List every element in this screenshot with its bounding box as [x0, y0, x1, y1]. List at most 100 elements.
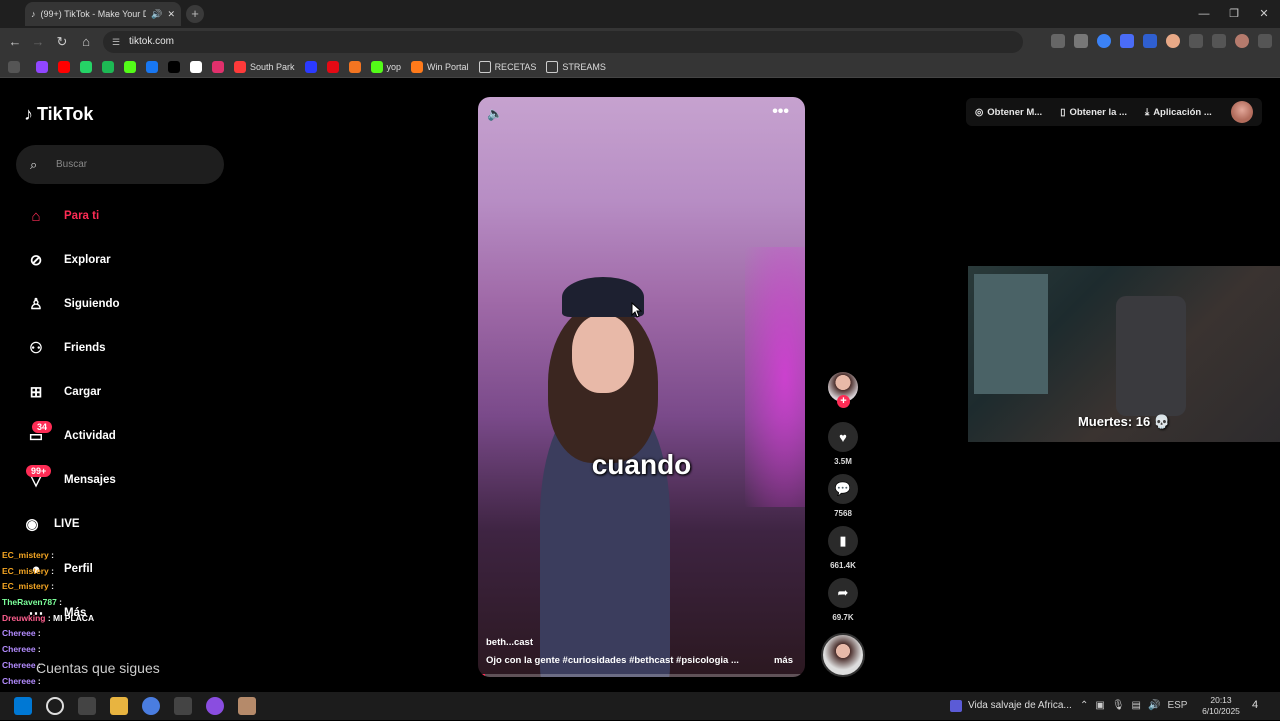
video-player[interactable]: cuando 🔈 ••• beth...cast Ojo con la gent…: [478, 97, 805, 677]
bookmark-favicon-icon: [370, 60, 383, 73]
bookmark-item[interactable]: [146, 60, 158, 73]
volume-tray-icon[interactable]: 🔊: [1148, 692, 1160, 720]
bookmark-item[interactable]: yop: [370, 60, 402, 73]
forward-arrow-icon[interactable]: →: [29, 33, 47, 51]
chrome-taskbar-icon[interactable]: [142, 697, 160, 715]
sidebar-item-para-ti[interactable]: ⌂ Para ti: [24, 201, 224, 231]
chat-username: TheRaven787: [2, 597, 57, 608]
get-coins-button[interactable]: ◎ Obtener M...: [966, 107, 1051, 118]
extensions-puzzle-icon[interactable]: [1189, 34, 1203, 48]
close-tab-icon[interactable]: ✕: [167, 9, 175, 20]
bookmark-item[interactable]: Win Portal: [411, 60, 469, 73]
star-icon[interactable]: [1097, 34, 1111, 48]
chat-message: Dreuwking : MI PLACA: [2, 611, 152, 627]
creator-avatar-button[interactable]: +: [828, 372, 858, 408]
extension-translate-icon[interactable]: [1120, 34, 1134, 48]
share-button[interactable]: ➦ 69.7K: [828, 578, 858, 622]
bookmark-item[interactable]: [124, 60, 136, 73]
sidebar-item-actividad[interactable]: ▭ Actividad: [24, 421, 224, 451]
bookmark-item[interactable]: [212, 60, 224, 73]
file-explorer-icon[interactable]: [110, 697, 128, 715]
music-disc-avatar[interactable]: [821, 633, 865, 677]
language-indicator[interactable]: ESP: [1167, 692, 1187, 720]
extension-circle-icon[interactable]: [1166, 34, 1180, 48]
bookmark-item[interactable]: [326, 60, 339, 73]
video-author[interactable]: beth...cast: [486, 637, 533, 648]
apps-grid-icon[interactable]: [8, 60, 20, 73]
menu-kebab-icon[interactable]: [1258, 34, 1272, 48]
bookmark-item[interactable]: [58, 60, 70, 73]
get-app-button[interactable]: ▯ Obtener la ...: [1051, 107, 1136, 118]
url-input[interactable]: ☰ tiktok.com: [103, 31, 1023, 53]
network-icon[interactable]: ▤: [1132, 692, 1141, 720]
game-taskbar-icon[interactable]: [238, 697, 256, 715]
desktop-app-label: Aplicación ...: [1153, 106, 1212, 118]
system-clock[interactable]: 20:13 6/10/2025: [1200, 695, 1242, 717]
bookmark-favicon-icon: [102, 60, 114, 73]
start-windows-icon[interactable]: [14, 697, 32, 715]
chevron-up-icon[interactable]: ⌃: [1080, 692, 1088, 720]
bookmark-favicon-icon: [190, 60, 202, 73]
browser-tab[interactable]: ♪ (99+) TikTok - Make Your Da 🔊 ✕: [25, 2, 181, 26]
cast-icon[interactable]: [1051, 34, 1065, 48]
user-avatar[interactable]: [1230, 101, 1253, 123]
save-button[interactable]: ▮ 661.4K: [828, 526, 858, 570]
extension-wave-icon[interactable]: [1143, 34, 1157, 48]
notification-center-icon[interactable]: 4: [1252, 699, 1258, 711]
home-browser-icon[interactable]: ⌂: [77, 33, 95, 51]
bookmark-item[interactable]: [36, 60, 48, 73]
follow-plus-icon[interactable]: +: [837, 395, 850, 408]
logo-text: TikTok: [37, 104, 94, 124]
back-arrow-icon[interactable]: ←: [6, 33, 24, 51]
like-button[interactable]: ♥ 3.5M: [828, 422, 858, 466]
sidebar-item-siguiendo[interactable]: ♙ Siguiendo: [24, 289, 224, 319]
chat-username: EC_mistery: [2, 565, 49, 576]
bookmark-item[interactable]: South Park: [234, 60, 295, 73]
bookmark-item[interactable]: [168, 60, 180, 73]
bookmark-item[interactable]: [304, 60, 317, 73]
more-options-icon[interactable]: •••: [772, 103, 789, 121]
search-taskbar-icon[interactable]: [46, 697, 64, 715]
bookmark-item[interactable]: STREAMS: [546, 60, 606, 73]
bookmark-item[interactable]: [102, 60, 114, 73]
bookmark-item[interactable]: [190, 60, 202, 73]
now-playing[interactable]: Vida salvaje de Africa...: [950, 692, 1072, 720]
bookmark-favicon-icon: [36, 60, 48, 73]
new-tab-button[interactable]: +: [186, 5, 204, 23]
reload-icon[interactable]: ↻: [53, 33, 71, 51]
bookmark-favicon-icon: [168, 60, 180, 73]
bookmark-item[interactable]: [348, 60, 361, 73]
volume-icon[interactable]: 🔈: [487, 106, 503, 122]
media-control-icon[interactable]: [1212, 34, 1226, 48]
video-progress-bar[interactable]: [478, 674, 805, 677]
speaker-icon[interactable]: 🔊: [151, 9, 162, 20]
more-link[interactable]: más: [774, 655, 793, 666]
search-input[interactable]: ⌕ Buscar: [16, 145, 224, 184]
sidebar-item-live[interactable]: ◉ LIVE: [20, 509, 220, 539]
comment-button[interactable]: 💬 7568: [828, 474, 858, 518]
tiktok-note-icon: ♪: [24, 104, 33, 124]
desktop-app-button[interactable]: ⤓ Aplicación ...: [1136, 107, 1221, 118]
close-window-button[interactable]: ✕: [1248, 0, 1280, 28]
obs-icon[interactable]: [174, 697, 192, 715]
sidebar-item-label: Mensajes: [64, 474, 116, 486]
minimize-button[interactable]: —: [1188, 0, 1220, 28]
bookmark-item[interactable]: [80, 60, 92, 73]
get-coins-label: Obtener M...: [987, 106, 1043, 118]
task-view-icon[interactable]: [78, 697, 96, 715]
sidebar-item-cargar[interactable]: ⊞ Cargar: [24, 377, 224, 407]
clock-time: 20:13: [1210, 695, 1232, 705]
tiktok-logo[interactable]: ♪ TikTok: [24, 104, 93, 125]
bookmark-label: yop: [386, 61, 402, 72]
tray-app-icon[interactable]: ▣: [1095, 692, 1104, 720]
translate-icon[interactable]: [1074, 34, 1088, 48]
sidebar-item-mensajes[interactable]: ▽ Mensajes: [24, 465, 224, 495]
app-taskbar-icon[interactable]: [206, 697, 224, 715]
profile-avatar-icon[interactable]: [1235, 34, 1249, 48]
sidebar-item-friends[interactable]: ⚇ Friends: [24, 333, 224, 363]
mic-icon[interactable]: 🎙: [1112, 692, 1125, 720]
sidebar-item-explorar[interactable]: ⊘ Explorar: [24, 245, 224, 275]
site-info-icon[interactable]: ☰: [112, 31, 120, 53]
maximize-button[interactable]: ❐: [1218, 0, 1250, 28]
bookmark-item[interactable]: RECETAS: [478, 60, 536, 73]
